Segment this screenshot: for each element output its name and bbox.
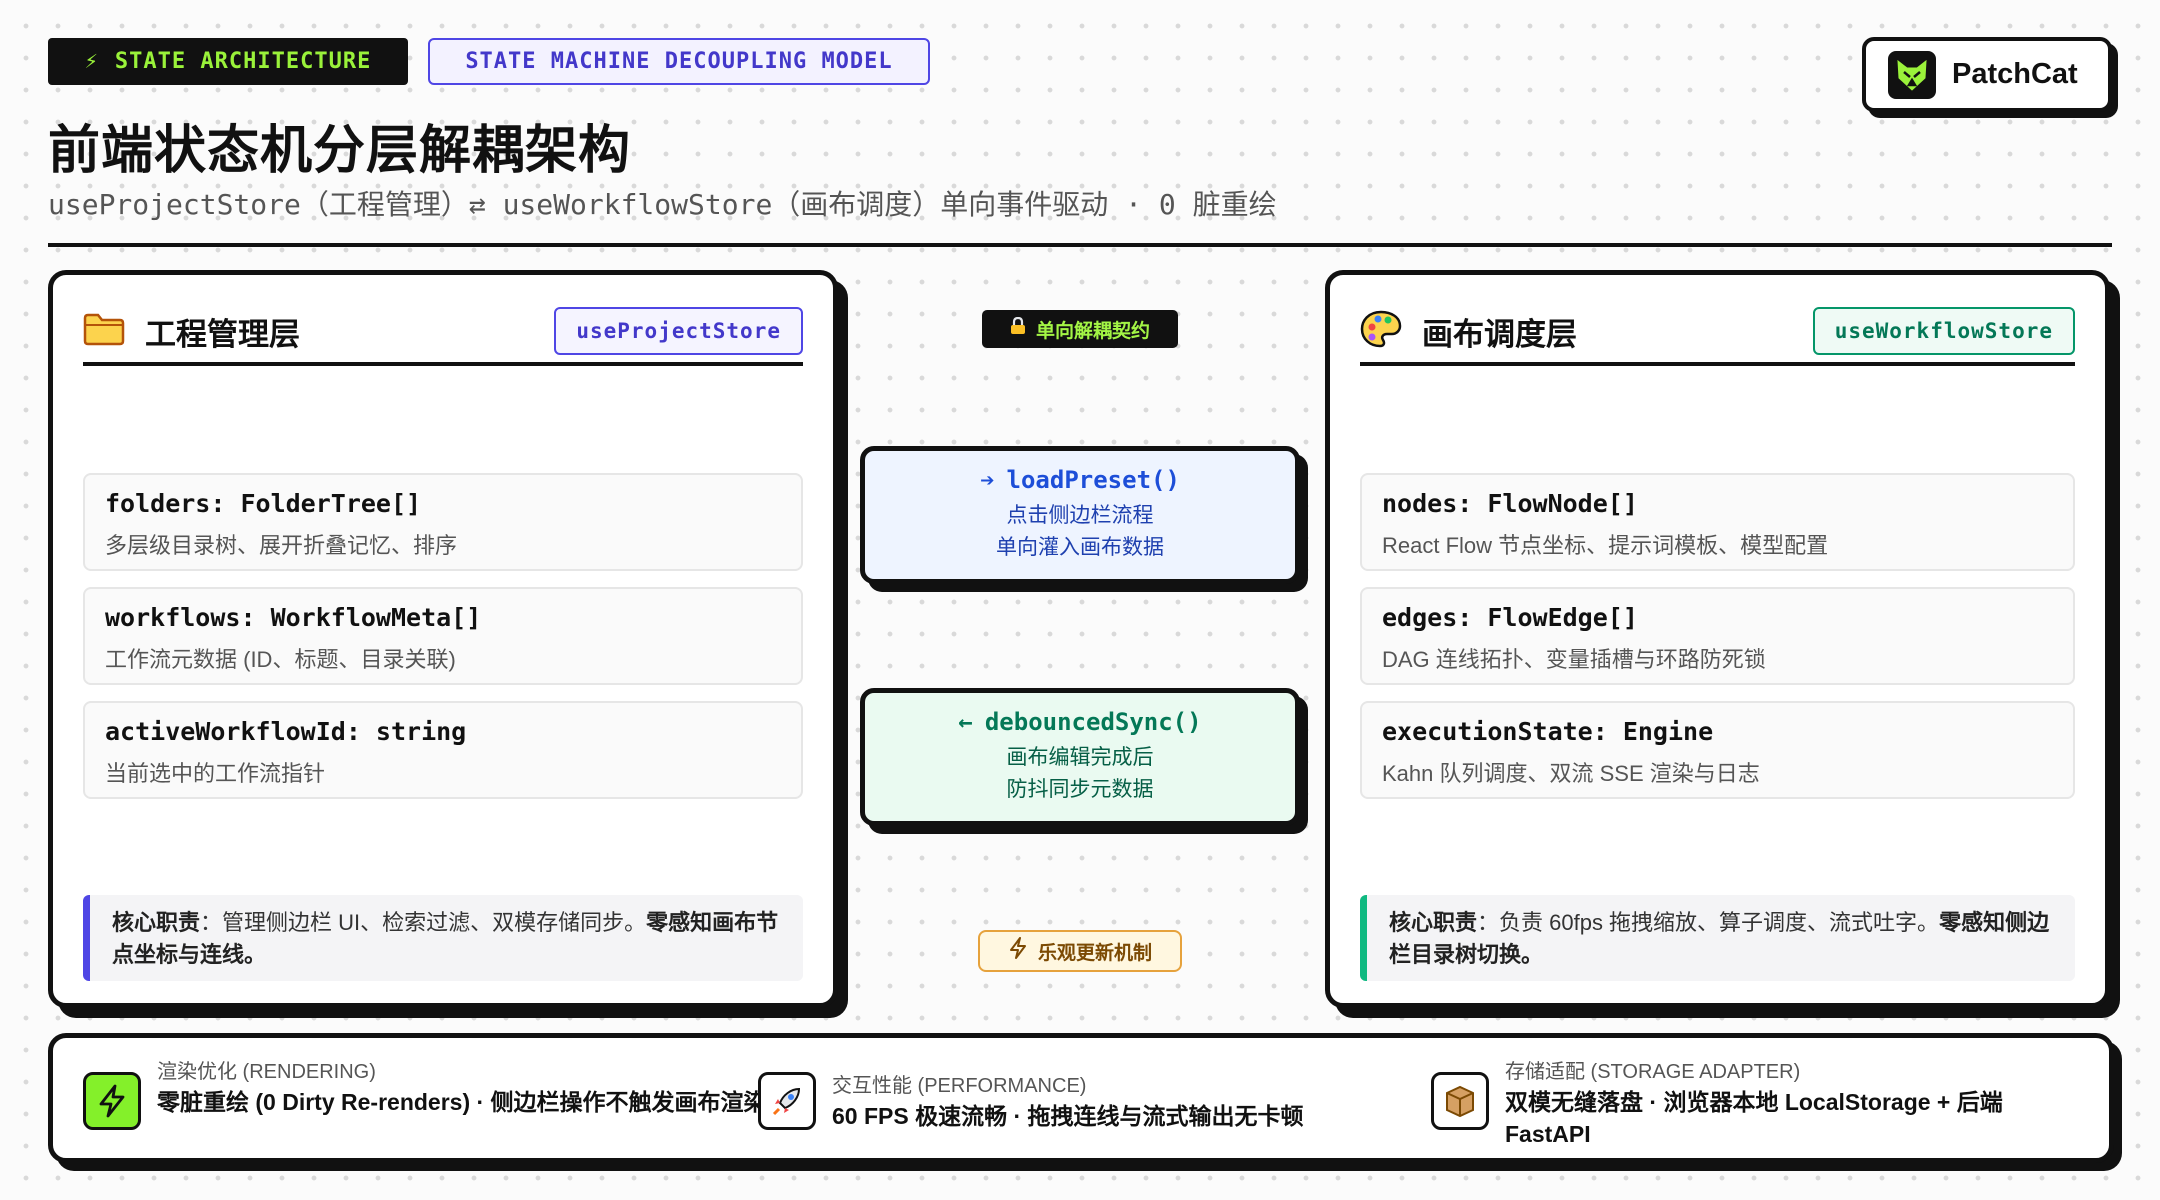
- field-description: 多层级目录树、展开折叠记忆、排序: [105, 533, 458, 558]
- load-preset-flow: ➔ loadPreset() 点击侧边栏流程 单向灌入画布数据: [860, 446, 1300, 584]
- project-layer-panel: 工程管理层 useProjectStore folders: FolderTre…: [48, 270, 838, 1008]
- function-name: loadPreset(): [1006, 466, 1180, 494]
- feature-strip: 渲染优化 (RENDERING) 零脏重绘 (0 Dirty Re-render…: [48, 1033, 2114, 1163]
- brand-name: PatchCat: [1952, 58, 2078, 90]
- cat-logo-icon: [1888, 50, 1936, 99]
- panel-title: 工程管理层: [145, 316, 300, 352]
- duty-text: ：负责 60fps 拖拽缩放、算子调度、流式吐字。: [1477, 910, 1940, 935]
- field-name: edges: FlowEdge[]: [1382, 603, 1638, 632]
- flow-description-line: 防抖同步元数据: [1006, 778, 1154, 801]
- state-field: activeWorkflowId: string 当前选中的工作流指针: [83, 701, 803, 799]
- store-badge: useProjectStore: [554, 307, 803, 355]
- lightning-icon: ⚡: [84, 49, 99, 74]
- field-name: executionState: Engine: [1382, 717, 1714, 746]
- arrow-left-icon: ←: [958, 708, 973, 736]
- box-icon: [1431, 1072, 1489, 1130]
- core-duty-note: 核心职责：管理侧边栏 UI、检索过滤、双模存储同步。零感知画布节点坐标与连线。: [83, 895, 803, 981]
- field-description: Kahn 队列调度、双流 SSE 渲染与日志: [1382, 761, 1760, 786]
- decoupling-contract-badge: 单向解耦契约: [982, 310, 1178, 348]
- debounced-sync-flow: ← debouncedSync() 画布编辑完成后 防抖同步元数据: [860, 688, 1300, 826]
- state-field: executionState: Engine Kahn 队列调度、双流 SSE …: [1360, 701, 2075, 799]
- lightning-outline-icon: [1008, 937, 1028, 965]
- contract-label: 单向解耦契约: [1035, 320, 1150, 342]
- field-name: workflows: WorkflowMeta[]: [105, 603, 482, 632]
- canvas-layer-panel: 画布调度层 useWorkflowStore nodes: FlowNode[]…: [1325, 270, 2110, 1008]
- folder-icon: [83, 312, 125, 351]
- duty-label: 核心职责: [112, 910, 201, 935]
- feature-main: 60 FPS 极速流畅 · 拖拽连线与流式输出无卡顿: [832, 1103, 1304, 1129]
- feature-storage: 存储适配 (STORAGE ADAPTER) 双模无缝落盘 · 浏览器本地 Lo…: [1431, 1058, 2071, 1150]
- feature-label: 交互性能 (PERFORMANCE): [832, 1075, 1087, 1097]
- debounced-sync-function: ← debouncedSync(): [958, 708, 1201, 736]
- duty-label: 核心职责: [1389, 910, 1478, 935]
- state-field: nodes: FlowNode[] React Flow 节点坐标、提示词模板、…: [1360, 473, 2075, 571]
- feature-main: 双模无缝落盘 · 浏览器本地 LocalStorage + 后端 FastAPI: [1505, 1089, 2003, 1147]
- feature-label: 存储适配 (STORAGE ADAPTER): [1505, 1061, 1801, 1083]
- panel-header: 工程管理层 useProjectStore: [83, 300, 803, 366]
- feature-main: 零脏重绘 (0 Dirty Re-renders) · 侧边栏操作不触发画布渲染: [157, 1089, 767, 1115]
- core-duty-note: 核心职责：负责 60fps 拖拽缩放、算子调度、流式吐字。零感知侧边栏目录树切换…: [1360, 895, 2075, 981]
- state-field: edges: FlowEdge[] DAG 连线拓扑、变量插槽与环路防死锁: [1360, 587, 2075, 685]
- feature-label: 渲染优化 (RENDERING): [157, 1061, 376, 1083]
- rocket-icon: [758, 1072, 816, 1130]
- lightning-icon: [83, 1072, 141, 1130]
- store-badge: useWorkflowStore: [1812, 307, 2075, 355]
- field-description: 当前选中的工作流指针: [105, 761, 326, 786]
- function-name: debouncedSync(): [984, 708, 1202, 736]
- palette-icon: [1360, 309, 1402, 354]
- field-description: React Flow 节点坐标、提示词模板、模型配置: [1382, 533, 1829, 558]
- panel-header: 画布调度层 useWorkflowStore: [1360, 300, 2075, 366]
- flow-description-line: 画布编辑完成后: [1006, 746, 1154, 769]
- state-field: workflows: WorkflowMeta[] 工作流元数据 (ID、标题、…: [83, 587, 803, 685]
- page-subtitle: useProjectStore（工程管理）⇄ useWorkflowStore（…: [48, 188, 1277, 221]
- field-description: DAG 连线拓扑、变量插槽与环路防死锁: [1382, 647, 1766, 672]
- page-title: 前端状态机分层解耦架构: [48, 122, 632, 180]
- load-preset-function: ➔ loadPreset(): [980, 466, 1180, 494]
- panel-title: 画布调度层: [1422, 316, 1577, 352]
- feature-rendering: 渲染优化 (RENDERING) 零脏重绘 (0 Dirty Re-render…: [83, 1058, 773, 1130]
- field-description: 工作流元数据 (ID、标题、目录关联): [105, 647, 456, 672]
- state-architecture-tag: ⚡ STATE ARCHITECTURE: [48, 38, 408, 85]
- field-name: folders: FolderTree[]: [105, 489, 422, 518]
- flow-description-line: 单向灌入画布数据: [996, 536, 1164, 559]
- optimistic-update-badge: 乐观更新机制: [978, 930, 1182, 972]
- field-name: nodes: FlowNode[]: [1382, 489, 1638, 518]
- tag-primary-label: STATE ARCHITECTURE: [114, 49, 372, 74]
- brand-logo-card: PatchCat: [1862, 37, 2112, 112]
- lock-icon: [1010, 316, 1026, 341]
- header-divider: [48, 243, 2112, 247]
- duty-text: ：管理侧边栏 UI、检索过滤、双模存储同步。: [200, 910, 647, 935]
- state-field: folders: FolderTree[] 多层级目录树、展开折叠记忆、排序: [83, 473, 803, 571]
- field-name: activeWorkflowId: string: [105, 717, 467, 746]
- optimistic-label: 乐观更新机制: [1037, 942, 1152, 964]
- tag-secondary-label: STATE MACHINE DECOUPLING MODEL: [465, 49, 893, 74]
- arrow-right-icon: ➔: [980, 466, 995, 494]
- flow-description-line: 点击侧边栏流程: [1006, 504, 1154, 527]
- feature-performance: 交互性能 (PERFORMANCE) 60 FPS 极速流畅 · 拖拽连线与流式…: [758, 1072, 1398, 1132]
- decoupling-model-tag: STATE MACHINE DECOUPLING MODEL: [428, 38, 930, 85]
